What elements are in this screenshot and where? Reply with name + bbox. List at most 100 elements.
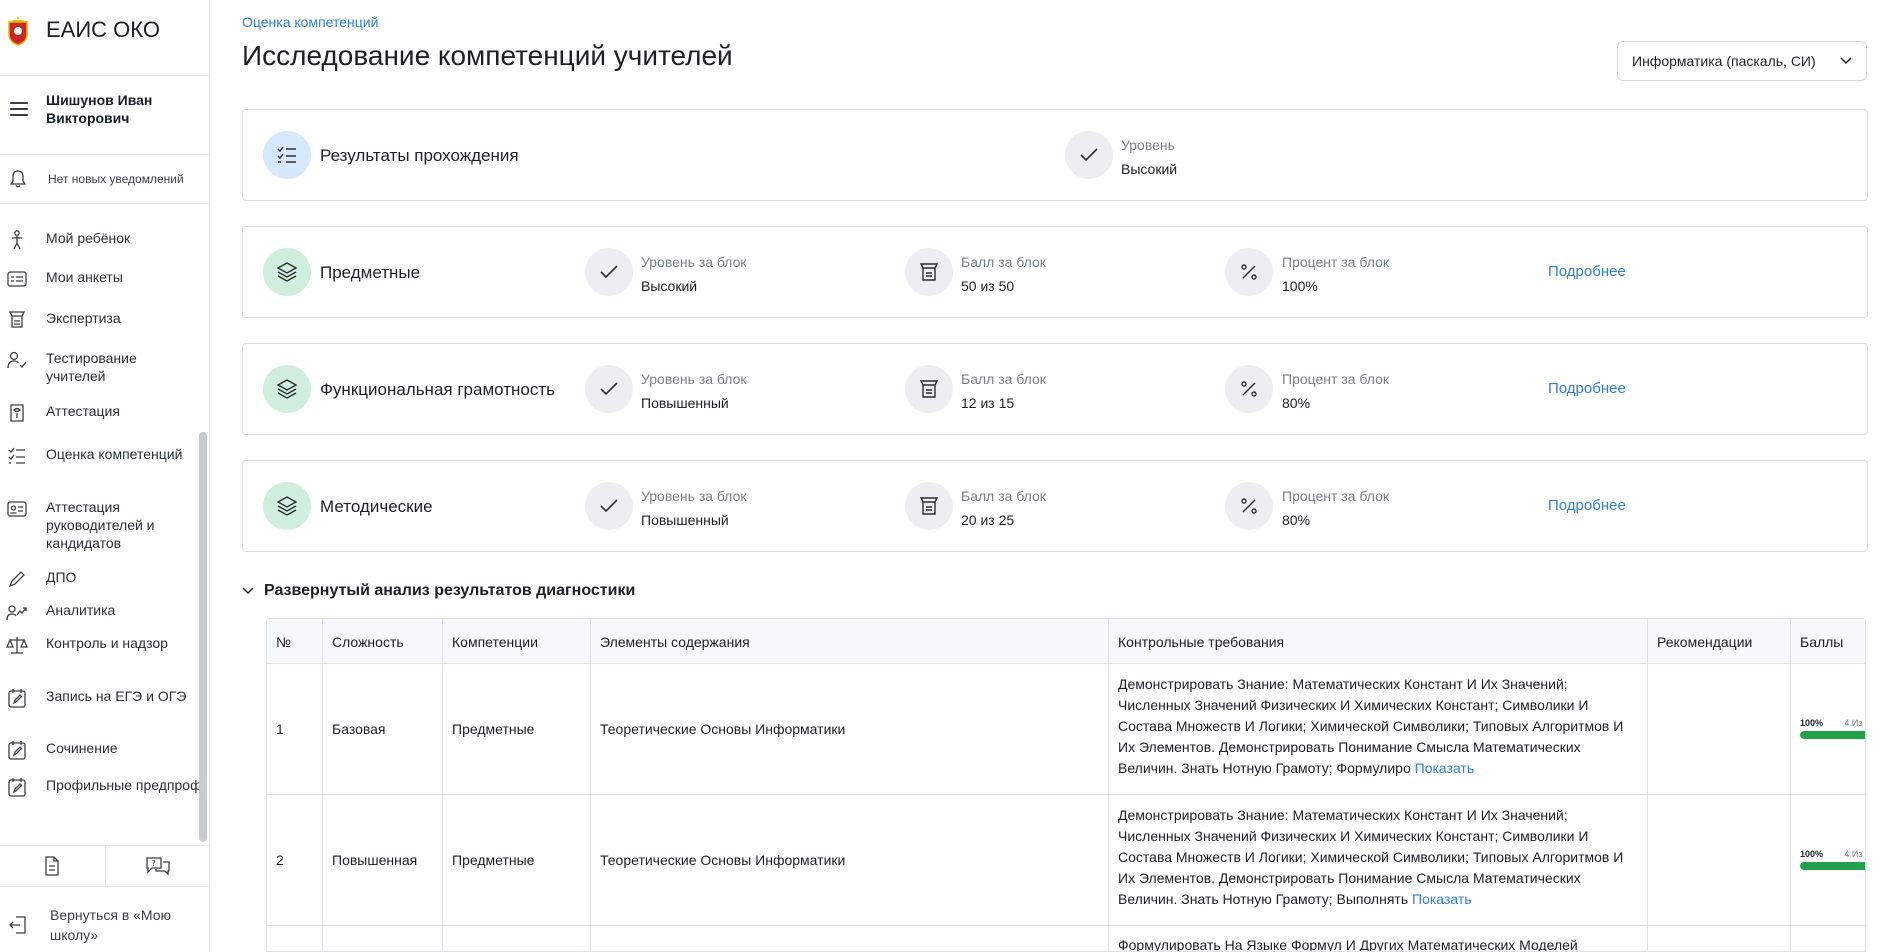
sidebar-item-label: Аттестация <box>46 403 120 419</box>
expertise-icon <box>8 311 26 328</box>
block-level-label: Уровень за блок <box>641 254 747 270</box>
documents-tab[interactable] <box>0 846 105 886</box>
sidebar-item-label: Экспертиза <box>46 310 121 326</box>
calendar-edit-icon <box>8 778 26 797</box>
more-link[interactable]: Подробнее <box>1548 497 1626 514</box>
bell-icon <box>9 170 27 188</box>
block-level-label: Уровень за блок <box>641 371 747 387</box>
sidebar-nav: Мой ребёнок Мои анкеты Экспертиза Тестир… <box>0 205 200 845</box>
column-header[interactable]: Баллы <box>1791 619 1865 664</box>
attestation-icon <box>10 404 24 422</box>
block-level-label: Уровень за блок <box>641 488 747 504</box>
block-percent-icon-circle <box>1225 482 1273 530</box>
sidebar-item-my-child[interactable]: Мой ребёнок <box>0 229 200 251</box>
layers-icon <box>276 379 298 399</box>
row-recommendations <box>1648 795 1791 925</box>
scales-icon <box>6 637 28 654</box>
row-recommendations <box>1648 664 1791 794</box>
sidebar-item-expertise[interactable]: Экспертиза <box>0 309 200 331</box>
app-title: ЕАИС ОКО <box>46 17 160 42</box>
block-level-value: Повышенный <box>641 512 729 528</box>
row-requirements: Формулировать На Языке Формул И Других М… <box>1109 926 1629 952</box>
table-row: 1 Базовая Предметные Теоретические Основ… <box>267 664 1865 795</box>
id-card-icon <box>7 501 27 517</box>
subject-select-value: Информатика (паскаль, СИ) <box>1632 53 1816 69</box>
sidebar-scrollbar[interactable] <box>199 432 207 842</box>
row-number: 2 <box>276 852 284 868</box>
block-title: Методические <box>320 497 433 516</box>
checklist-icon <box>277 146 296 163</box>
calendar-edit-icon <box>8 741 26 760</box>
document-icon <box>45 856 59 876</box>
sidebar-item-control[interactable]: Контроль и надзор <box>0 634 200 656</box>
chevron-down-icon <box>1840 57 1852 65</box>
column-header[interactable]: Рекомендации <box>1648 619 1791 664</box>
score-icon <box>919 263 939 281</box>
sidebar-item-profile-classes[interactable]: Профильные предпрофессиональные классы <box>0 776 200 798</box>
column-header[interactable]: Контрольные требования <box>1109 619 1648 664</box>
child-icon <box>12 230 22 250</box>
more-link[interactable]: Подробнее <box>1548 380 1626 397</box>
block-card-functional: Функциональная грамотность Уровень за бл… <box>242 343 1868 435</box>
row-requirements: Демонстрировать Знание: Математических К… <box>1109 664 1629 779</box>
column-header[interactable]: Сложность <box>323 619 443 664</box>
user-name: Шишунов Иван Викторович <box>46 91 153 126</box>
support-tab[interactable]: ? <box>104 846 211 886</box>
level-icon-circle <box>1065 131 1113 179</box>
sidebar-item-attestation[interactable]: Аттестация <box>0 402 200 424</box>
block-level-icon-circle <box>585 248 633 296</box>
user-row[interactable]: Шишунов Иван Викторович <box>0 75 210 141</box>
analysis-toggle[interactable]: Развернутый анализ результатов диагности… <box>242 582 635 600</box>
sidebar-item-managers-attestation[interactable]: Аттестация руководителей и кандидатов <box>0 498 200 552</box>
coat-of-arms-icon <box>8 16 28 46</box>
sidebar-item-label: Сочинение <box>46 740 118 756</box>
sidebar-item-teacher-testing[interactable]: Тестирование учителей <box>0 349 200 385</box>
column-header[interactable]: Компетенции <box>443 619 591 664</box>
block-percent-icon-circle <box>1225 365 1273 413</box>
layers-icon <box>276 262 298 282</box>
block-icon-circle <box>263 248 311 296</box>
sidebar-item-dpo[interactable]: ДПО <box>0 568 200 590</box>
block-percent-label: Процент за блок <box>1282 371 1390 387</box>
calendar-edit-icon <box>8 689 26 708</box>
score-percent: 100% <box>1800 849 1824 859</box>
breadcrumb[interactable]: Оценка компетенций <box>242 14 378 30</box>
sidebar-item-exam-registration[interactable]: Запись на ЕГЭ и ОГЭ <box>0 687 200 709</box>
sidebar-item-my-surveys[interactable]: Мои анкеты <box>0 268 200 290</box>
notifications-row[interactable]: Нет новых уведомлений <box>0 154 210 204</box>
main-content: Оценка компетенций Исследование компетен… <box>242 0 1872 952</box>
sidebar-item-analytics[interactable]: Аналитика <box>0 601 200 623</box>
block-score-label: Балл за блок <box>961 254 1046 270</box>
logo-row[interactable]: ЕАИС ОКО <box>0 0 210 60</box>
block-level-icon-circle <box>585 365 633 413</box>
checklist-icon <box>8 447 25 464</box>
table-row: 2 Повышенная Предметные Теоретические Ос… <box>267 795 1865 926</box>
check-icon <box>600 265 618 279</box>
results-icon-circle <box>263 131 311 179</box>
sidebar-item-label: Аналитика <box>46 602 116 618</box>
column-header[interactable]: № <box>267 619 323 664</box>
block-percent-label: Процент за блок <box>1282 254 1390 270</box>
block-score-icon-circle <box>905 248 953 296</box>
sidebar-item-essay[interactable]: Сочинение <box>0 739 200 761</box>
more-link[interactable]: Подробнее <box>1548 263 1626 280</box>
subject-select[interactable]: Информатика (паскаль, СИ) <box>1617 41 1867 81</box>
column-header[interactable]: Элементы содержания <box>591 619 1109 664</box>
score-count: 4 Из 4 <box>1844 718 1865 728</box>
percent-icon <box>1241 498 1257 514</box>
check-icon <box>600 499 618 513</box>
block-percent-value: 100% <box>1282 278 1318 294</box>
sidebar-item-label: Мои анкеты <box>46 269 123 285</box>
score-bar-fill <box>1800 731 1865 739</box>
back-to-school-link[interactable]: Вернуться в «Мою школу» <box>0 900 210 950</box>
block-score-label: Балл за блок <box>961 371 1046 387</box>
menu-icon[interactable] <box>10 101 28 116</box>
block-score-value: 50 из 50 <box>961 278 1015 294</box>
requirements-text: Формулировать На Языке Формул И Других М… <box>1118 937 1578 952</box>
chat-help-icon: ? <box>146 857 170 876</box>
block-card-methodical: Методические Уровень за блок Повышенный … <box>242 460 1868 552</box>
show-more-link[interactable]: Показать <box>1415 760 1475 776</box>
sidebar-item-competence-assessment[interactable]: Оценка компетенций <box>0 445 200 467</box>
show-more-link[interactable]: Показать <box>1412 891 1472 907</box>
block-level-icon-circle <box>585 482 633 530</box>
